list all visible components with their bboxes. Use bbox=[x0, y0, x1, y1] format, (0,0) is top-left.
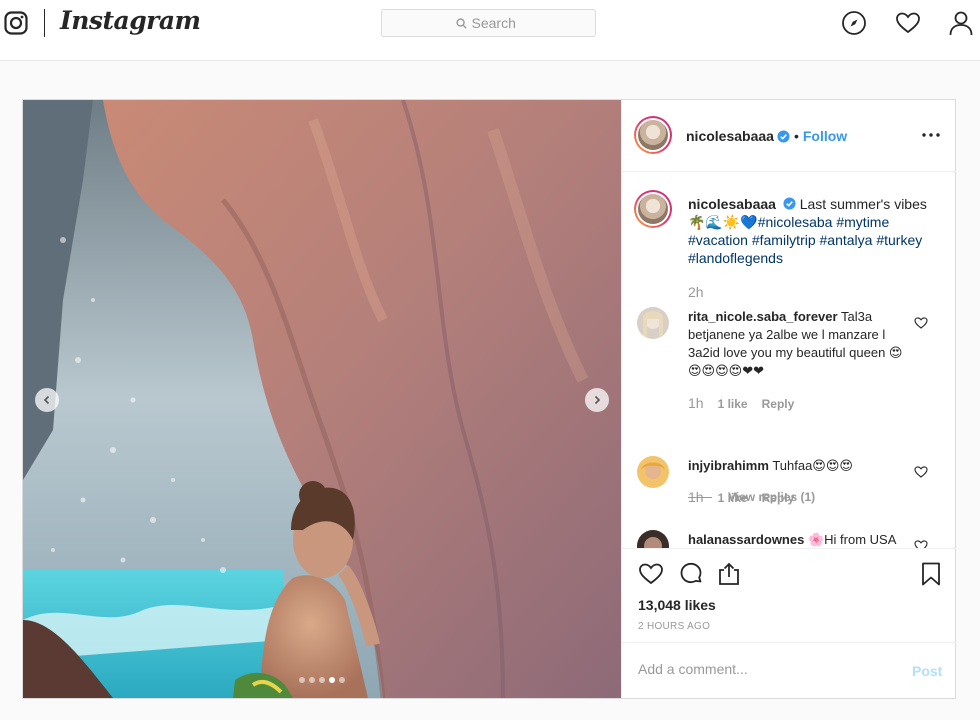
hashtag-link[interactable]: #antalya bbox=[820, 232, 873, 248]
comment-like-icon[interactable] bbox=[914, 539, 928, 548]
comment-like-icon[interactable] bbox=[914, 465, 928, 479]
hashtag-link[interactable]: #mytime bbox=[836, 214, 889, 230]
post-header: nicolesabaaa • Follow bbox=[622, 100, 956, 172]
comments-section[interactable]: nicolesabaaa Last summer's vibes 🌴🌊☀️💙#n… bbox=[622, 172, 956, 548]
comment-input[interactable] bbox=[638, 661, 888, 677]
hashtag-link[interactable]: #turkey bbox=[876, 232, 922, 248]
post-sidebar: nicolesabaaa • Follow nicolesabaaa Last … bbox=[621, 100, 956, 698]
next-slide-button[interactable] bbox=[585, 388, 609, 412]
chevron-right-icon bbox=[594, 395, 601, 405]
caption-username[interactable]: nicolesabaaa bbox=[688, 196, 776, 212]
instagram-glyph-icon[interactable] bbox=[4, 11, 28, 35]
add-comment-bar: Post bbox=[622, 642, 956, 698]
hashtag-link[interactable]: #familytrip bbox=[752, 232, 816, 248]
comment-like-icon[interactable] bbox=[914, 316, 928, 330]
hashtag-link[interactable]: #nicolesaba bbox=[758, 214, 833, 230]
post-card: nicolesabaaa • Follow nicolesabaaa Last … bbox=[22, 99, 956, 699]
compass-icon[interactable] bbox=[841, 10, 867, 36]
post-photo[interactable] bbox=[23, 100, 621, 698]
reply-button[interactable]: Reply bbox=[762, 397, 795, 411]
carousel-dot bbox=[319, 677, 325, 683]
caption-avatar[interactable] bbox=[634, 190, 672, 228]
reply-button[interactable]: Reply bbox=[762, 491, 795, 505]
author-username[interactable]: nicolesabaaa bbox=[686, 128, 774, 144]
carousel-indicator bbox=[299, 677, 345, 683]
comment-text: halanassardownes 🌸Hi from USA bbox=[688, 532, 897, 547]
caption-emojis: 🌴🌊☀️💙 bbox=[688, 214, 758, 230]
verified-badge-icon bbox=[783, 197, 796, 210]
caption-text: Last summer's vibes bbox=[799, 196, 927, 212]
commenter-avatar[interactable] bbox=[637, 456, 669, 488]
save-icon[interactable] bbox=[918, 561, 944, 587]
prev-slide-button[interactable] bbox=[35, 388, 59, 412]
share-icon[interactable] bbox=[716, 561, 742, 587]
like-icon[interactable] bbox=[638, 561, 664, 587]
search-input[interactable] bbox=[471, 15, 522, 31]
comment-meta: 1h 1 like Reply bbox=[688, 395, 795, 411]
verified-badge-icon bbox=[777, 129, 790, 143]
post-actions: 13,048 likes 2 HOURS AGO bbox=[622, 548, 956, 642]
comment-text: injyibrahimm Tuhfaa😍😍😍 bbox=[688, 458, 853, 473]
heart-icon[interactable] bbox=[895, 10, 921, 36]
commenter-avatar[interactable] bbox=[637, 307, 669, 339]
carousel-dot bbox=[329, 677, 335, 683]
comment-username[interactable]: injyibrahimm bbox=[688, 458, 769, 473]
comment-icon[interactable] bbox=[678, 561, 704, 587]
more-options-icon[interactable] bbox=[922, 133, 940, 137]
comment-text: rita_nicole.saba_forever Tal3a betjanene… bbox=[688, 309, 903, 378]
profile-icon[interactable] bbox=[948, 10, 974, 36]
chevron-left-icon bbox=[43, 395, 50, 405]
likes-count[interactable]: 13,048 likes bbox=[638, 597, 716, 613]
post-timestamp[interactable]: 2 HOURS AGO bbox=[638, 621, 710, 632]
comment-username[interactable]: halanassardownes bbox=[688, 532, 804, 547]
hashtag-link[interactable]: #vacation bbox=[688, 232, 748, 248]
carousel-dot bbox=[339, 677, 345, 683]
search-box[interactable] bbox=[381, 9, 596, 37]
commenter-avatar[interactable] bbox=[637, 530, 669, 548]
logo-divider bbox=[44, 9, 45, 37]
carousel-dot bbox=[299, 677, 305, 683]
instagram-wordmark[interactable]: Instagram bbox=[60, 6, 201, 35]
post-comment-button[interactable]: Post bbox=[912, 663, 942, 679]
comment-username[interactable]: rita_nicole.saba_forever bbox=[688, 309, 838, 324]
follow-button[interactable]: Follow bbox=[803, 128, 847, 144]
hashtag-link[interactable]: #landoflegends bbox=[688, 250, 783, 266]
top-nav: Instagram bbox=[0, 0, 980, 61]
post-image bbox=[23, 100, 621, 698]
author-avatar[interactable] bbox=[634, 116, 672, 154]
caption-time[interactable]: 2h bbox=[688, 284, 704, 300]
caption: nicolesabaaa Last summer's vibes 🌴🌊☀️💙#n… bbox=[688, 195, 938, 267]
search-icon bbox=[455, 17, 467, 29]
comment-meta: 1h 1 like Reply bbox=[688, 489, 795, 505]
header-bullet: • bbox=[793, 128, 799, 144]
carousel-dot bbox=[309, 677, 315, 683]
